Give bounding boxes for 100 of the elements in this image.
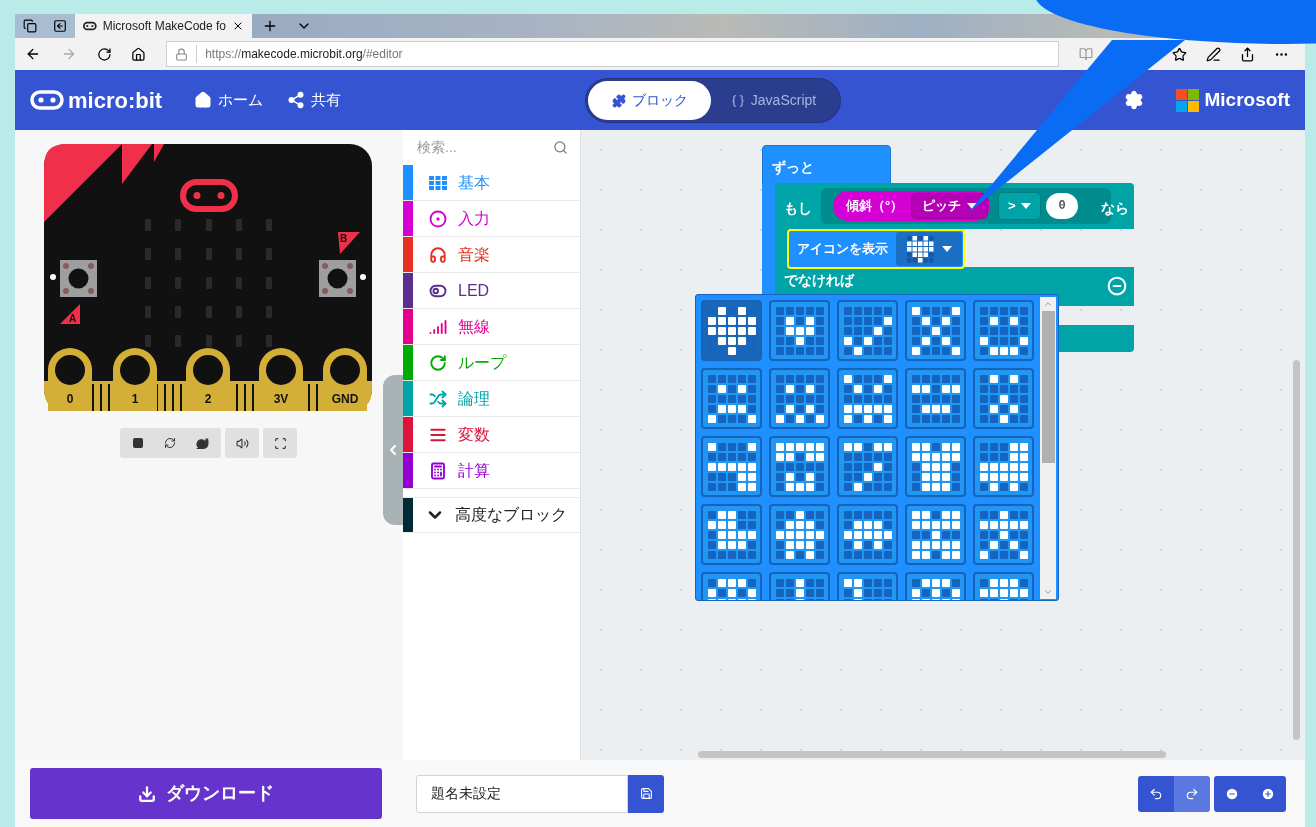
tilt-block[interactable]: 傾斜（°） ピッチ bbox=[833, 191, 990, 221]
category-item[interactable]: 計算 bbox=[403, 453, 580, 489]
icon-option[interactable] bbox=[837, 436, 898, 497]
icon-option[interactable] bbox=[837, 368, 898, 429]
icon-option[interactable] bbox=[837, 504, 898, 565]
icon-option[interactable] bbox=[701, 504, 762, 565]
nav-link[interactable]: ホーム bbox=[194, 88, 264, 112]
icon-option[interactable] bbox=[973, 368, 1034, 429]
undo-button[interactable] bbox=[1138, 775, 1174, 812]
caret-icon bbox=[941, 246, 952, 252]
brand-name[interactable]: Microsoft bbox=[1204, 85, 1290, 115]
category-label: 音楽 bbox=[458, 244, 490, 265]
app-logo-text[interactable]: micro:bit bbox=[68, 83, 163, 117]
heart-icon bbox=[906, 235, 934, 263]
icon-option[interactable] bbox=[905, 436, 966, 497]
refresh-icon[interactable] bbox=[96, 46, 112, 62]
search-icon[interactable] bbox=[553, 140, 568, 155]
collapse-handle[interactable] bbox=[383, 375, 403, 525]
search-field[interactable]: 検索... bbox=[403, 130, 580, 165]
save-button[interactable] bbox=[628, 774, 664, 813]
back-icon[interactable] bbox=[25, 46, 41, 62]
category-item[interactable]: 入力 bbox=[403, 201, 580, 237]
nav-link[interactable]: 共有 bbox=[287, 88, 342, 112]
shuffle-icon bbox=[429, 389, 447, 408]
category-item[interactable]: 無線 bbox=[403, 309, 580, 345]
set-aside-tabs-icon[interactable] bbox=[53, 19, 67, 33]
icon-option[interactable] bbox=[837, 300, 898, 361]
tab-title: Microsoft MakeCode fo bbox=[102, 18, 227, 35]
puzzle-icon bbox=[611, 93, 626, 108]
icon-option[interactable] bbox=[701, 436, 762, 497]
settings-icon[interactable] bbox=[1123, 90, 1144, 110]
redo-button[interactable] bbox=[1174, 775, 1210, 812]
pin-pad[interactable]: 0 bbox=[48, 348, 92, 411]
block-label: なら bbox=[1101, 199, 1129, 218]
forever-block[interactable] bbox=[762, 145, 891, 185]
editor-tab[interactable]: JavaScript bbox=[711, 81, 836, 120]
icon-dropdown[interactable] bbox=[896, 232, 962, 266]
target-icon bbox=[429, 209, 447, 228]
category-item[interactable]: LED bbox=[403, 273, 580, 309]
new-tab-icon[interactable] bbox=[262, 18, 278, 34]
block-label: でなければ bbox=[784, 272, 854, 288]
download-button[interactable]: ダウンロード bbox=[30, 768, 382, 819]
icon-option[interactable] bbox=[973, 300, 1034, 361]
push-button[interactable] bbox=[60, 260, 97, 297]
icon-option[interactable] bbox=[701, 368, 762, 429]
search-input[interactable]: 検索... bbox=[417, 137, 547, 158]
scrollbar[interactable] bbox=[1040, 297, 1056, 599]
pin-pad[interactable]: 2 bbox=[186, 348, 230, 411]
icon-option[interactable] bbox=[905, 504, 966, 565]
snail-icon[interactable] bbox=[196, 436, 209, 450]
block-label: ずっと bbox=[772, 158, 814, 177]
category-label: 計算 bbox=[458, 460, 490, 481]
push-button[interactable] bbox=[319, 260, 356, 297]
category-item[interactable]: 変数 bbox=[403, 417, 580, 453]
browser-tab[interactable]: Microsoft MakeCode fo bbox=[75, 14, 252, 38]
undo-icon bbox=[1149, 786, 1163, 801]
reading-view-icon[interactable] bbox=[1079, 47, 1093, 61]
icon-option[interactable] bbox=[973, 436, 1034, 497]
microbit-logo-icon bbox=[83, 21, 97, 31]
lock-icon bbox=[175, 47, 189, 61]
tabs-icon[interactable] bbox=[23, 19, 37, 33]
share-icon[interactable] bbox=[1240, 46, 1255, 62]
category-item[interactable]: 論理 bbox=[403, 381, 580, 417]
pin-pad[interactable]: 1 bbox=[113, 348, 157, 411]
fullscreen-icon[interactable] bbox=[273, 436, 287, 450]
horizontal-scrollbar[interactable] bbox=[698, 751, 1166, 758]
icon-option[interactable] bbox=[905, 368, 966, 429]
project-name-field[interactable]: 題名未設定 bbox=[416, 774, 628, 813]
axis-dropdown[interactable]: ピッチ bbox=[911, 193, 989, 219]
home-icon[interactable] bbox=[131, 46, 147, 62]
address-field[interactable]: https://makecode.microbit.org/#editor bbox=[166, 41, 1059, 67]
favorites-icon[interactable] bbox=[1172, 46, 1187, 62]
scrollbar-thumb[interactable] bbox=[1041, 311, 1055, 463]
pin-label: 1 bbox=[131, 392, 139, 406]
icon-option[interactable] bbox=[701, 300, 762, 361]
pin-pad[interactable]: GND bbox=[323, 348, 367, 411]
block-label: もし bbox=[784, 199, 812, 218]
advanced-category[interactable]: 高度なブロック bbox=[403, 497, 580, 533]
editor-tab[interactable]: ブロック bbox=[588, 81, 711, 120]
icon-option[interactable] bbox=[905, 300, 966, 361]
category-item[interactable]: 基本 bbox=[403, 165, 580, 201]
stop-icon[interactable] bbox=[132, 437, 144, 449]
category-label: 入力 bbox=[458, 208, 490, 229]
home-icon bbox=[194, 91, 213, 109]
icon-option[interactable] bbox=[769, 368, 830, 429]
pen-icon[interactable] bbox=[1206, 46, 1221, 62]
grid-icon bbox=[429, 175, 447, 190]
icon-option[interactable] bbox=[769, 300, 830, 361]
sound-icon[interactable] bbox=[235, 436, 249, 450]
category-label: ループ bbox=[458, 352, 506, 373]
show-icon-block[interactable]: アイコンを表示 bbox=[787, 229, 965, 269]
logo-drawing bbox=[180, 179, 238, 212]
icon-option[interactable] bbox=[769, 436, 830, 497]
restart-icon[interactable] bbox=[164, 437, 176, 449]
category-item[interactable]: 音楽 bbox=[403, 237, 580, 273]
remove-branch-icon[interactable] bbox=[1107, 276, 1127, 296]
icon-option[interactable] bbox=[769, 504, 830, 565]
icon-option[interactable] bbox=[973, 504, 1034, 565]
pin-pad[interactable]: 3V bbox=[259, 348, 303, 411]
vertical-scrollbar[interactable] bbox=[1293, 360, 1300, 740]
